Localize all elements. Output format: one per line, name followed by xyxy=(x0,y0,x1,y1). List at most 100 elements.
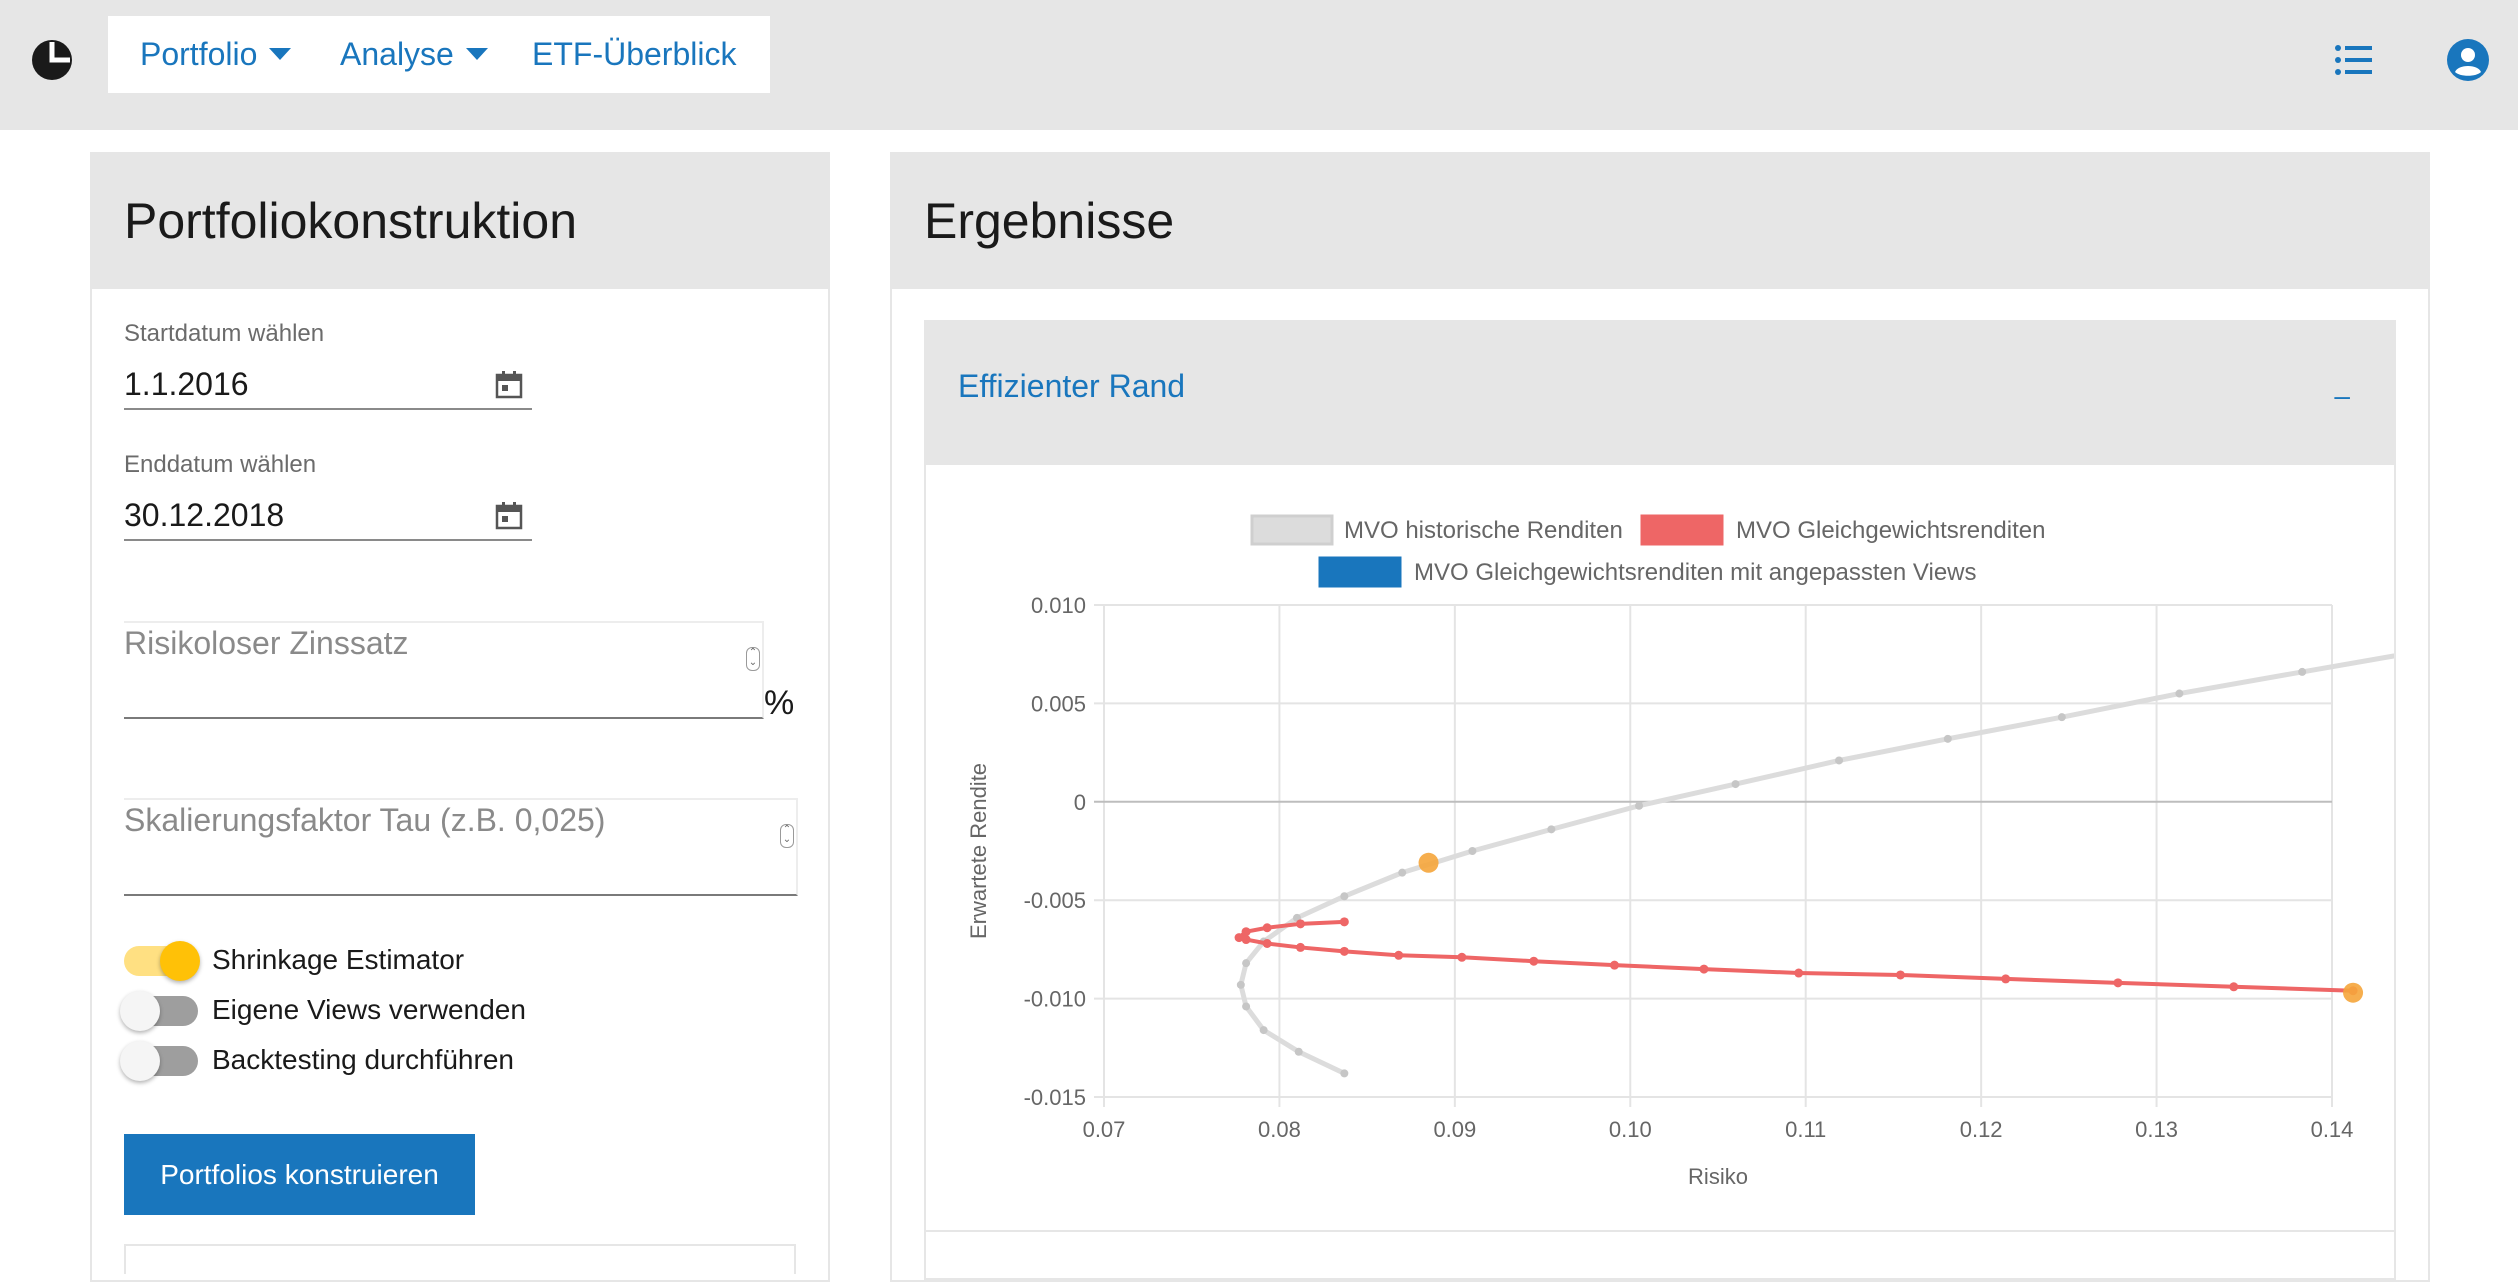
end-date-label: Enddatum wählen xyxy=(124,451,317,478)
data-point xyxy=(1398,868,1407,877)
data-point xyxy=(2001,974,2011,984)
data-point xyxy=(1339,946,1349,956)
data-point xyxy=(1731,780,1740,789)
calendar-icon[interactable] xyxy=(494,501,524,531)
data-point xyxy=(2057,713,2066,722)
nav-analyse-dropdown[interactable]: Analyse xyxy=(340,16,488,93)
y-tick-label: -0.010 xyxy=(1024,987,1086,1012)
data-point xyxy=(1340,1069,1349,1078)
x-tick-label: 0.08 xyxy=(1258,1117,1301,1142)
data-point xyxy=(1295,942,1305,952)
data-point xyxy=(1547,825,1556,834)
collapse-button[interactable]: – xyxy=(2334,380,2350,412)
chevron-down-icon xyxy=(465,47,488,60)
data-point xyxy=(2298,667,2307,676)
series-line xyxy=(1238,653,2394,1076)
calendar-icon[interactable] xyxy=(494,370,524,400)
data-point xyxy=(1609,960,1619,970)
results-title: Ergebnisse xyxy=(924,193,1175,249)
nav-etf-label: ETF-Überblick xyxy=(532,36,737,72)
data-point xyxy=(1241,935,1251,945)
x-tick-label: 0.10 xyxy=(1609,1117,1652,1142)
data-point xyxy=(1340,892,1349,901)
data-point xyxy=(1241,927,1251,937)
data-point xyxy=(2175,689,2184,698)
data-point xyxy=(1794,968,1804,978)
legend-label: MVO historische Renditen xyxy=(1344,517,1623,544)
panel-divider xyxy=(926,1230,2394,1232)
efficient-frontier-chart: MVO historische Renditen MVO Gleichgewich… xyxy=(966,514,2394,1189)
risk-free-rate-placeholder: Risikoloser Zinssatz xyxy=(124,625,409,661)
toggle-knob xyxy=(120,991,160,1031)
series-line xyxy=(1237,919,2356,993)
construct-portfolios-button[interactable]: Portfolios konstruieren xyxy=(124,1134,475,1215)
start-date-value: 1.1.2016 xyxy=(124,366,249,402)
x-tick-label: 0.12 xyxy=(1960,1117,2003,1142)
end-date-field[interactable]: 30.12.2018 xyxy=(124,493,532,541)
highlight-point xyxy=(2343,982,2364,1003)
start-date-field[interactable]: 1.1.2016 xyxy=(124,362,532,410)
data-point xyxy=(2229,982,2239,992)
highlight-point xyxy=(1418,852,1439,873)
percent-unit: % xyxy=(764,684,795,722)
legend-label: MVO Gleichgewichtsrenditen xyxy=(1736,517,2045,544)
efficient-frontier-title[interactable]: Effizienter Rand xyxy=(958,368,1185,405)
tau-input[interactable]: Skalierungsfaktor Tau (z.B. 0,025) ⌃ ⌄ xyxy=(124,798,798,896)
construction-card-header: Portfoliokonstruktion xyxy=(92,154,828,289)
list-icon[interactable] xyxy=(2332,38,2376,82)
legend-swatch xyxy=(1318,556,1402,588)
y-tick-label: 0 xyxy=(1074,790,1086,815)
main-nav: Portfolio Analyse ETF-Überblick xyxy=(108,16,770,93)
data-point xyxy=(1295,919,1305,929)
data-point xyxy=(1529,956,1539,966)
y-axis-title: Erwartete Rendite xyxy=(966,763,991,939)
y-tick-label: -0.015 xyxy=(1024,1085,1086,1110)
account-icon[interactable] xyxy=(2446,38,2490,82)
results-card-header: Ergebnisse xyxy=(892,154,2428,289)
y-tick-label: 0.005 xyxy=(1031,691,1086,716)
own-views-label: Eigene Views verwenden xyxy=(212,994,526,1025)
risk-free-rate-input[interactable]: Risikoloser Zinssatz ⌃ ⌄ xyxy=(124,621,764,719)
chart-axes: 0.07 0.08 0.09 0.10 0.11 0.12 0.13 0.14 0.010 0.0… xyxy=(966,593,2353,1189)
chart-plot-area xyxy=(1234,653,2394,1078)
construction-title: Portfoliokonstruktion xyxy=(124,193,578,249)
x-tick-label: 0.07 xyxy=(1083,1117,1126,1142)
shrinkage-label: Shrinkage Estimator xyxy=(212,944,465,975)
legend-label: MVO Gleichgewichtsrenditen mit angepasst… xyxy=(1414,559,1977,586)
own-views-toggle[interactable] xyxy=(120,991,198,1031)
data-point xyxy=(1262,938,1272,948)
y-tick-label: 0.010 xyxy=(1031,593,1086,618)
backtesting-toggle[interactable] xyxy=(120,1041,198,1081)
data-point xyxy=(1242,1002,1251,1011)
stepper-icon[interactable]: ⌃ ⌄ xyxy=(746,647,760,671)
navbar: Portfolio Analyse ETF-Überblick xyxy=(0,0,2518,130)
efficient-frontier-header[interactable]: Effizienter Rand – xyxy=(926,322,2394,465)
tau-placeholder: Skalierungsfaktor Tau (z.B. 0,025) xyxy=(124,802,606,838)
data-point xyxy=(1262,923,1272,933)
data-point xyxy=(1236,980,1245,989)
data-point xyxy=(1699,964,1709,974)
chart-legend: MVO historische Renditen MVO Gleichgewich… xyxy=(1250,514,2045,588)
chevron-down-icon xyxy=(269,47,292,60)
next-section-box xyxy=(124,1244,796,1274)
data-point xyxy=(1294,1047,1303,1056)
data-point xyxy=(1242,959,1251,968)
data-point xyxy=(1339,917,1349,927)
legend-swatch xyxy=(1640,514,1724,546)
x-axis-title: Risiko xyxy=(1688,1164,1748,1189)
legend-swatch xyxy=(1250,514,1334,546)
toggle-knob xyxy=(120,1041,160,1081)
y-tick-label: -0.005 xyxy=(1024,888,1086,913)
logo-icon[interactable] xyxy=(30,38,74,82)
shrinkage-toggle[interactable] xyxy=(124,941,200,981)
data-point xyxy=(1943,734,1952,743)
nav-portfolio-dropdown[interactable]: Portfolio xyxy=(140,16,292,93)
x-tick-label: 0.13 xyxy=(2135,1117,2178,1142)
x-tick-label: 0.09 xyxy=(1433,1117,1476,1142)
toggle-knob xyxy=(160,941,200,981)
nav-etf-overview[interactable]: ETF-Überblick xyxy=(532,16,736,93)
stepper-icon[interactable]: ⌃ ⌄ xyxy=(780,824,794,848)
start-date-label: Startdatum wählen xyxy=(124,320,325,347)
backtesting-label: Backtesting durchführen xyxy=(212,1044,514,1075)
end-date-value: 30.12.2018 xyxy=(124,497,285,533)
